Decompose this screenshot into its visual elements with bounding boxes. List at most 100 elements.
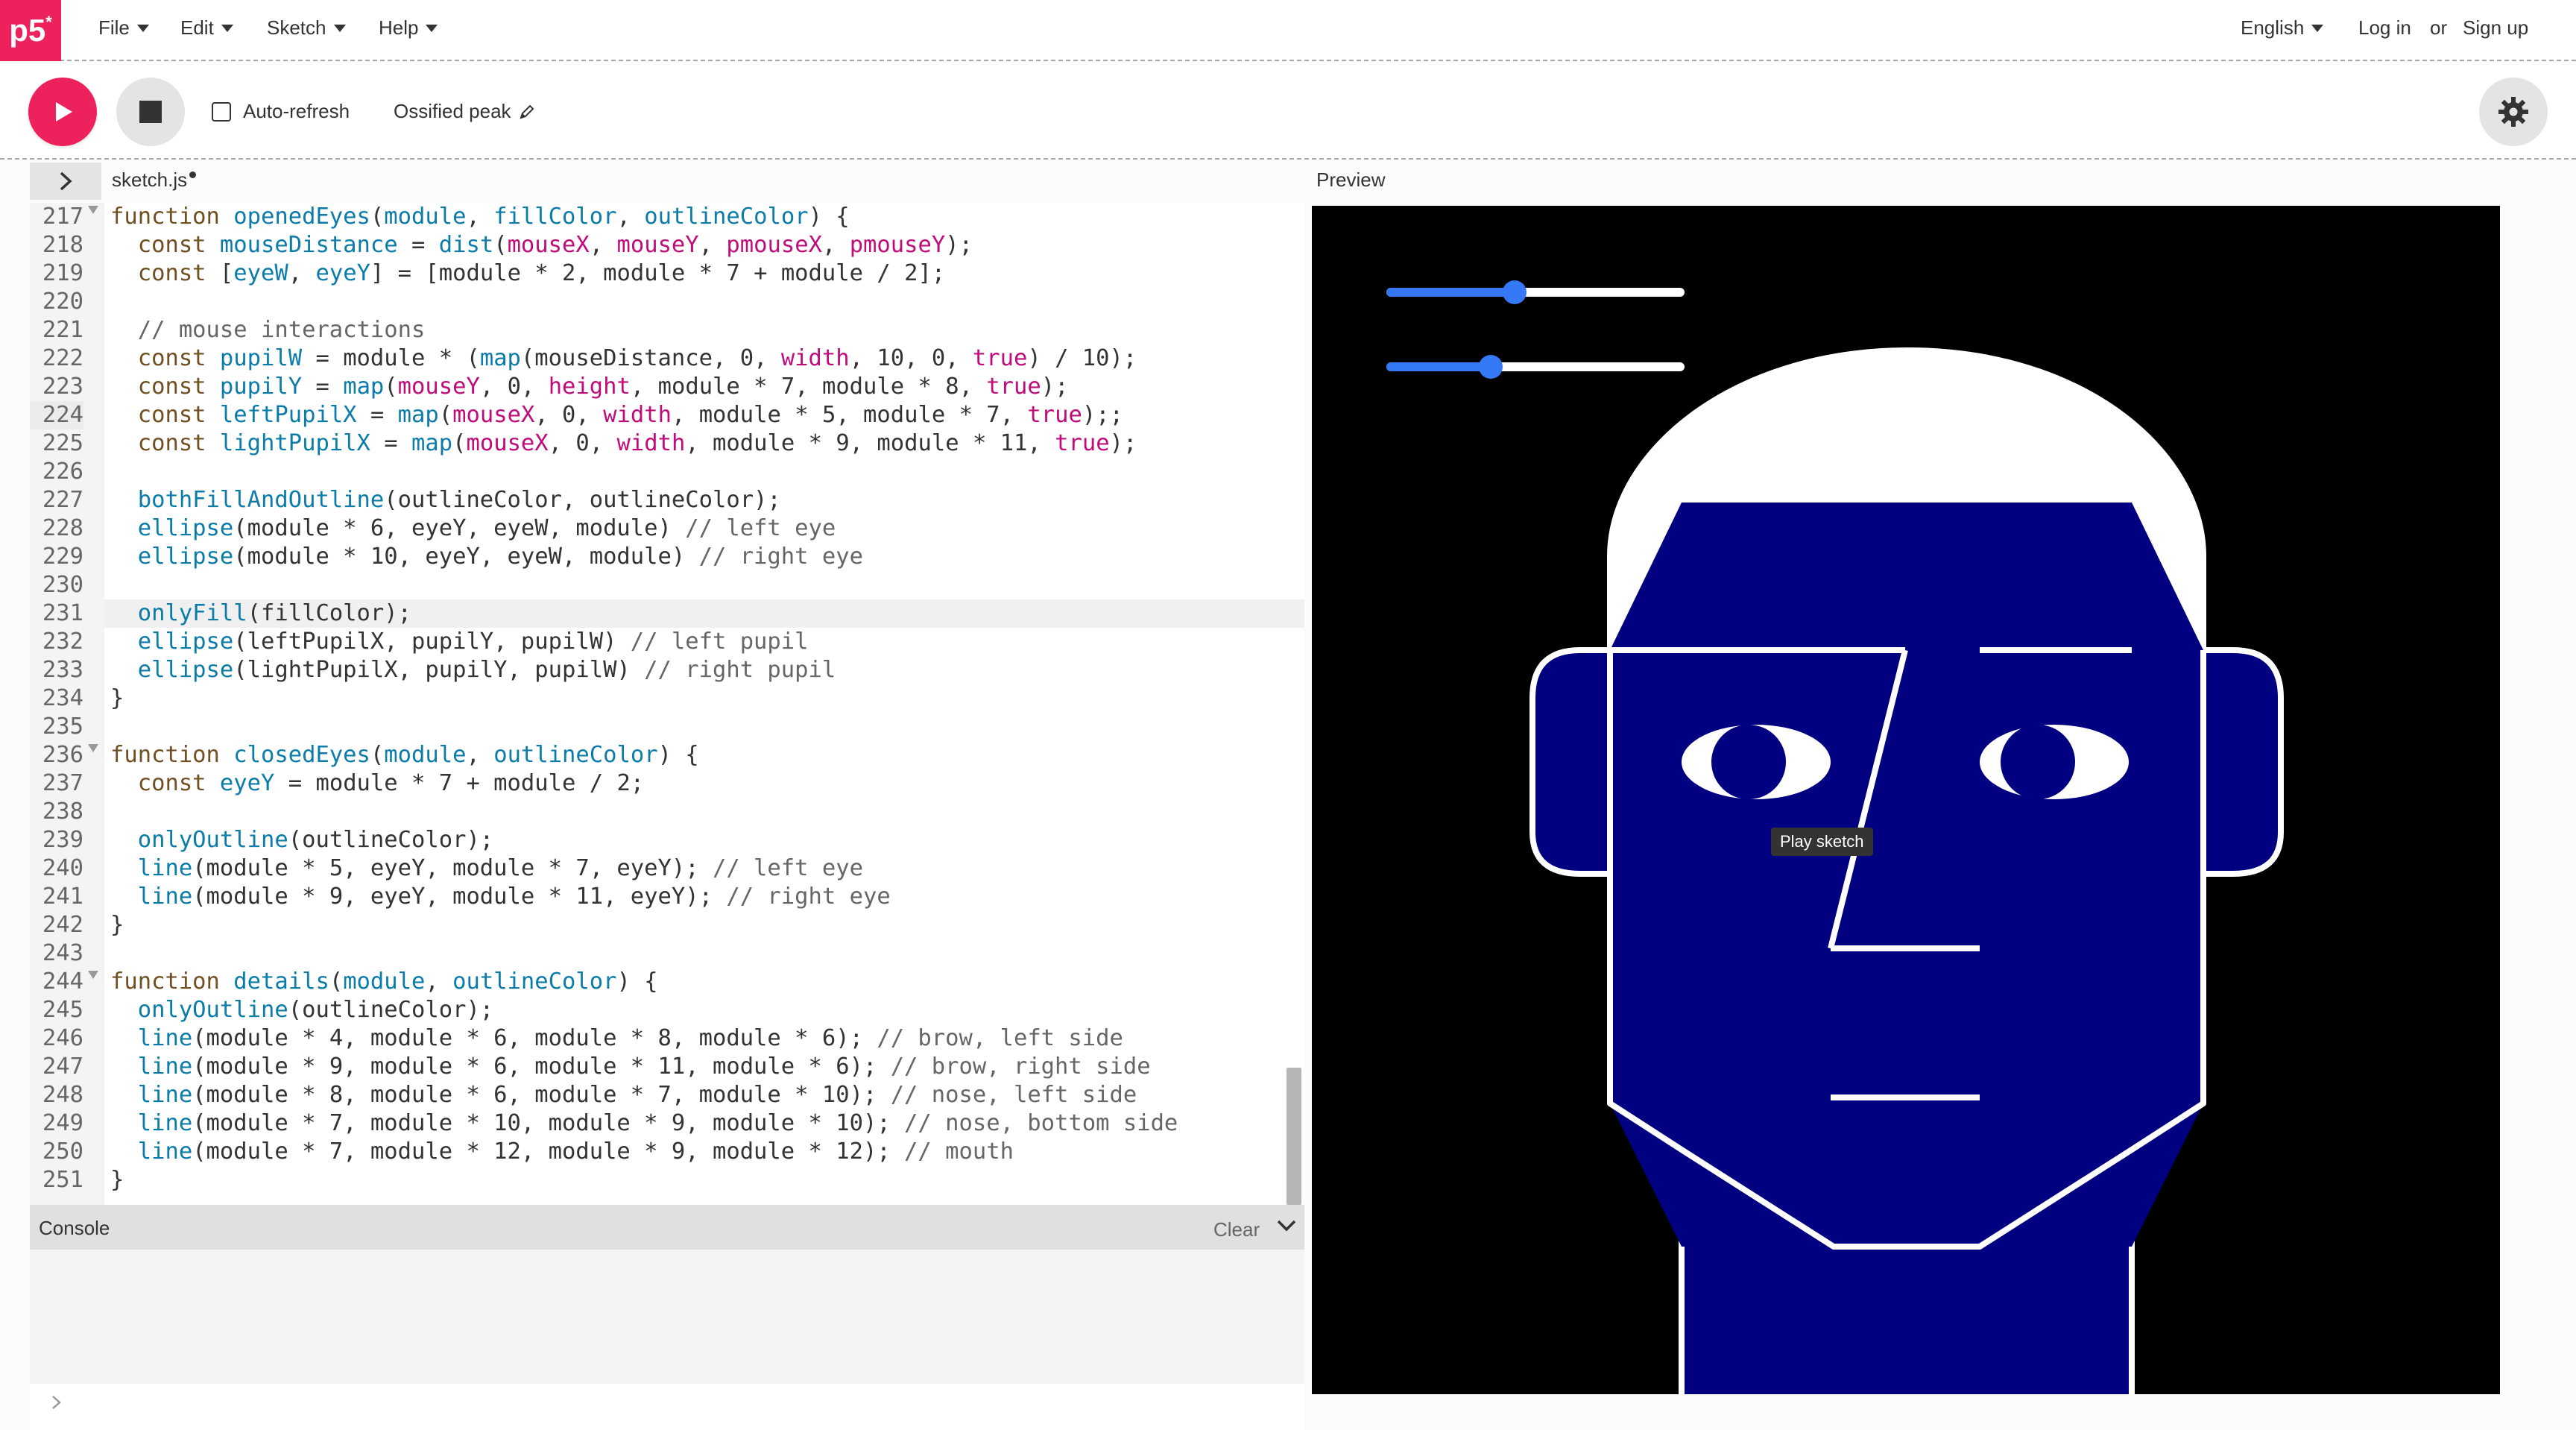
menu-sketch[interactable]: Sketch	[267, 16, 346, 40]
code-token: ellipse	[137, 515, 234, 541]
console-header: Console Clear	[30, 1205, 1304, 1250]
line-number: 243	[42, 940, 83, 966]
code-line: function openedEyes(module, fillColor, o…	[110, 203, 850, 231]
code-token: , 0,	[479, 374, 549, 400]
login-link[interactable]: Log in	[2358, 16, 2411, 40]
line-number: 221	[42, 317, 83, 343]
code-token: [	[219, 260, 234, 286]
play-button[interactable]	[28, 78, 97, 146]
code-token: );	[1109, 430, 1137, 456]
code-token: eyeW	[233, 260, 288, 286]
code-token: , module * 7, module * 8,	[630, 374, 987, 400]
menu-sketch-label: Sketch	[267, 16, 326, 39]
code-token: (	[452, 430, 467, 456]
auto-refresh-checkbox[interactable]	[212, 101, 231, 122]
code-line: line(module * 7, module * 12, module * 9…	[110, 1138, 1014, 1166]
play-icon	[56, 102, 72, 122]
code-token: (	[438, 402, 453, 428]
code-token: // mouth	[904, 1138, 1014, 1165]
sketch-name[interactable]: Ossified peak	[394, 100, 535, 123]
code-token: eyeY	[219, 770, 275, 796]
code-line: onlyOutline(outlineColor);	[110, 996, 493, 1024]
code-token: const	[137, 430, 220, 456]
top-nav: p5 * File Edit Sketch Help English Log in…	[0, 0, 2576, 61]
code-line: ellipse(lightPupilX, pupilY, pupilW) // …	[110, 656, 836, 684]
code-line: function details(module, outlineColor) {	[110, 968, 658, 996]
file-tab-label: sketch.js	[112, 168, 188, 191]
slider-1[interactable]	[1386, 280, 1685, 304]
code-token: line	[137, 883, 193, 910]
sketch-name-text: Ossified peak	[394, 100, 511, 122]
stop-button[interactable]	[116, 78, 185, 146]
code-token: line	[137, 855, 193, 881]
line-number: 230	[42, 572, 83, 598]
menu-help[interactable]: Help	[379, 16, 438, 40]
signup-link[interactable]: Sign up	[2463, 16, 2528, 40]
code-token: line	[137, 1025, 193, 1051]
menu-file[interactable]: File	[98, 16, 149, 40]
code-token: );	[945, 232, 973, 258]
code-token: // left eye	[712, 855, 863, 881]
language-select[interactable]: English	[2241, 16, 2324, 40]
code-line: }	[110, 1166, 124, 1194]
code-line: line(module * 7, module * 10, module * 9…	[110, 1109, 1178, 1138]
logo-text: p5	[9, 13, 46, 48]
neck	[1679, 1142, 2135, 1394]
code-line: const eyeY = module * 7 + module / 2;	[110, 769, 644, 798]
slider-1-thumb[interactable]	[1503, 280, 1527, 304]
code-line: const mouseDistance = dist(mouseX, mouse…	[110, 231, 973, 259]
code-line: line(module * 9, eyeY, module * 11, eyeY…	[110, 883, 891, 911]
code-editor[interactable]: 217 218 219 220 221 222 223 224 225 226 227 228 229 2…	[30, 203, 1304, 1205]
code-token: (lightPupilX, pupilY, pupilW)	[233, 657, 645, 683]
console-input[interactable]	[30, 1384, 1304, 1430]
slider-2[interactable]	[1386, 355, 1685, 379]
line-number: 246	[42, 1025, 83, 1051]
code-token: line	[137, 1082, 193, 1108]
code-token: line	[137, 1053, 193, 1080]
slider-2-thumb[interactable]	[1479, 355, 1503, 379]
fold-arrow-icon[interactable]	[88, 744, 98, 752]
sketch-preview-canvas[interactable]: Play sketch	[1312, 206, 2500, 1394]
code-token: true	[1027, 402, 1082, 428]
code-token: ) / 10);	[1027, 345, 1137, 371]
editor-scrollbar[interactable]	[1287, 1068, 1301, 1205]
code-token: openedEyes	[233, 204, 370, 230]
chevron-right-icon	[60, 171, 72, 191]
code-token: eyeY	[315, 260, 370, 286]
code-token: const	[137, 770, 220, 796]
console-clear-button[interactable]: Clear	[1213, 1218, 1260, 1241]
settings-button[interactable]	[2479, 78, 2548, 146]
file-tab[interactable]: sketch.js	[112, 168, 197, 192]
pencil-icon[interactable]	[519, 104, 535, 120]
code-line: const leftPupilX = map(mouseX, 0, width,…	[110, 401, 1123, 429]
menu-edit[interactable]: Edit	[180, 16, 233, 40]
code-token: (	[493, 232, 508, 258]
line-number: 248	[42, 1082, 83, 1108]
code-token: (outlineColor);	[288, 997, 494, 1023]
code-token: (leftPupilX, pupilY, pupilW)	[233, 629, 631, 655]
code-line: ellipse(leftPupilX, pupilY, pupilW) // l…	[110, 628, 809, 656]
p5-logo[interactable]: p5 *	[0, 0, 61, 61]
code-line: const pupilY = map(mouseY, 0, height, mo…	[110, 373, 1069, 401]
fold-arrow-icon[interactable]	[88, 971, 98, 979]
file-sidebar-toggle[interactable]	[30, 163, 101, 200]
caret-down-icon	[136, 24, 149, 32]
line-number: 245	[42, 997, 83, 1023]
chevron-right-icon	[52, 1396, 61, 1409]
code-line: const lightPupilX = map(mouseX, 0, width…	[110, 429, 1137, 458]
code-token: details	[233, 968, 329, 995]
code-line: function closedEyes(module, outlineColor…	[110, 741, 699, 769]
code-line: line(module * 9, module * 6, module * 11…	[110, 1053, 1151, 1081]
code-token: }	[110, 1167, 124, 1193]
line-number: 239	[42, 827, 83, 853]
chevron-down-icon[interactable]	[1275, 1214, 1298, 1238]
code-token: outlineColor	[452, 968, 617, 995]
code-token: , 0,	[548, 430, 617, 456]
line-number: 249	[42, 1110, 83, 1136]
code-token: closedEyes	[233, 742, 370, 768]
slider-2-fill	[1386, 362, 1491, 371]
fold-arrow-icon[interactable]	[88, 206, 98, 214]
